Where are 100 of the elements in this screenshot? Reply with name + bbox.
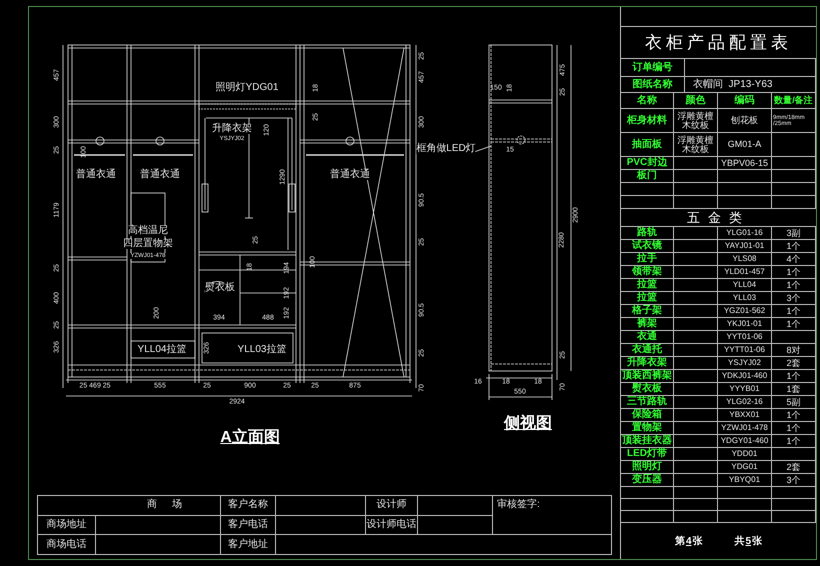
table-cell: 拉篮 (621, 292, 674, 305)
note-label: 普通衣通 (330, 170, 370, 180)
form-label: 商 场 (38, 496, 221, 516)
table-cell: YYT01-06 (718, 331, 772, 344)
empty-cell (674, 266, 718, 279)
table-cell: 1个 (772, 305, 816, 318)
note-label: 四层置物架 (123, 239, 173, 249)
table-cell: 1个 (772, 409, 816, 422)
empty-cell (674, 474, 718, 487)
sheet-number: 共5张 (734, 534, 762, 548)
field-label: 图纸名称 (621, 77, 685, 93)
table-cell: 2套 (772, 461, 816, 474)
table-cell: 熨衣板 (621, 383, 674, 396)
field-value: 衣帽间 JP13-Y63 (685, 77, 816, 93)
table-cell: YZWJ01-478 (718, 422, 772, 435)
empty-cell (674, 461, 718, 474)
empty-cell (674, 196, 718, 209)
form-label: 客户名称 (221, 496, 276, 516)
note-label: 普通衣通 (140, 170, 180, 180)
table-cell: 拉篮 (621, 279, 674, 292)
table-title: 衣柜产品配置表 (621, 27, 816, 59)
drawing-title: A立面图 (220, 427, 280, 448)
note-label: 熨衣板 (205, 283, 235, 293)
table-cell: YGZ01-562 (718, 305, 772, 318)
note-label: 升降衣架 (212, 124, 252, 134)
empty-cell (674, 305, 718, 318)
table-cell: 领带架 (621, 266, 674, 279)
table-cell: 抽面板 (621, 133, 674, 157)
note-label: YLL03拉篮 (238, 345, 286, 355)
empty-cell (718, 511, 772, 523)
empty-cell (674, 240, 718, 253)
form-label: 客户电话 (221, 516, 276, 536)
drawing-title: 侧视图 (504, 413, 552, 434)
empty-cell (772, 331, 816, 344)
table-cell: 1个 (772, 279, 816, 292)
table-cell: 路轨 (621, 227, 674, 240)
table-cell: 板门 (621, 170, 674, 183)
column-header: 名称 (621, 93, 674, 109)
empty-cell (718, 487, 772, 499)
table-cell: 置物架 (621, 422, 674, 435)
table-cell: YLG02-16 (718, 396, 772, 409)
column-header: 颜色 (674, 93, 718, 109)
table-cell: YDGY01-460 (718, 435, 772, 448)
empty-cell (674, 157, 718, 170)
form-label: 设计师电话 (366, 516, 418, 536)
form-label: 审核签字: (493, 496, 612, 536)
empty-cell (674, 435, 718, 448)
section-title: 五金类 (621, 209, 816, 227)
table-cell: 保险箱 (621, 409, 674, 422)
empty-cell (674, 279, 718, 292)
empty-cell (674, 227, 718, 240)
table-cell: 3副 (772, 227, 816, 240)
empty-cell (674, 499, 718, 511)
empty-cell (772, 511, 816, 523)
table-cell: YDD01 (718, 448, 772, 461)
field-label: 订单编号 (621, 59, 685, 77)
table-cell: 浮雕黄檀木纹板 (674, 109, 718, 133)
table-cell: YLL03 (718, 292, 772, 305)
note-label: 照明灯YDG01 (216, 83, 278, 93)
table-cell: 照明灯 (621, 461, 674, 474)
table-cell: 裤架 (621, 318, 674, 331)
empty-cell (674, 331, 718, 344)
empty-cell (674, 422, 718, 435)
table-cell: 试衣镜 (621, 240, 674, 253)
table-cell: YDG01 (718, 461, 772, 474)
table-cell: YBPV06-15 (718, 157, 772, 170)
table-cell: LED灯带 (621, 448, 674, 461)
empty-cell (772, 170, 816, 183)
table-cell: YSJYJ02 (718, 357, 772, 370)
sheet-number: 第4张 (674, 534, 702, 548)
table-cell: 1个 (772, 318, 816, 331)
column-header: 数量/备注 (772, 93, 816, 109)
table-cell: 1套 (772, 383, 816, 396)
table-cell: 柜身材料 (621, 109, 674, 133)
empty-cell (674, 292, 718, 305)
empty-cell (674, 487, 718, 499)
table-cell: YLL04 (718, 279, 772, 292)
empty-cell (772, 196, 816, 209)
table-cell: YLD01-457 (718, 266, 772, 279)
empty-cell (674, 409, 718, 422)
table-cell: 顶装挂衣器 (621, 435, 674, 448)
table-cell: 衣通 (621, 331, 674, 344)
empty-cell (674, 318, 718, 331)
empty-cell (772, 183, 816, 196)
note-label: YLL04拉篮 (138, 345, 186, 355)
table-cell: 刨花板 (718, 109, 772, 133)
table-cell: 3个 (772, 292, 816, 305)
table-cell: 1个 (772, 370, 816, 383)
table-cell: 5副 (772, 396, 816, 409)
table-cell: 1个 (772, 266, 816, 279)
table-cell: YKJ01-01 (718, 318, 772, 331)
table-cell: 格子架 (621, 305, 674, 318)
table-cell: YBYQ01 (718, 474, 772, 487)
empty-cell (674, 396, 718, 409)
table-cell: 2套 (772, 357, 816, 370)
form-label: 商场地址 (38, 516, 96, 536)
table-cell: 拉手 (621, 253, 674, 266)
empty-cell (674, 370, 718, 383)
table-cell: 8对 (772, 344, 816, 357)
table-cell: 4个 (772, 253, 816, 266)
